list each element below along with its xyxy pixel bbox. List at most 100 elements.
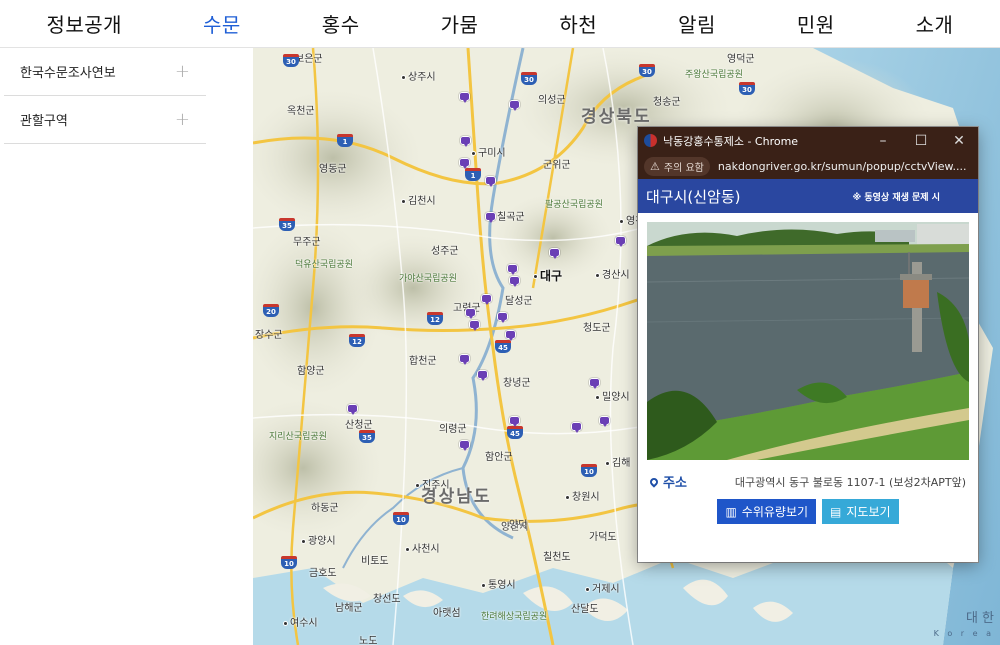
cctv-station-marker[interactable] [505,330,516,341]
cctv-station-marker[interactable] [599,416,610,427]
highway-shield: 20 [263,304,279,317]
park-label: 덕유산국립공원 [295,260,353,270]
highway-shield: 1 [337,134,353,147]
address-text: 대구광역시 동구 불로동 1107-1 (보성2차APT앞) [734,475,966,489]
place-label: 진주시 [415,476,450,491]
cctv-station-marker[interactable] [507,264,518,275]
highway-shield: 35 [359,430,375,443]
nav-item-flood[interactable]: 홍수 [322,9,360,38]
sidebar-item-jurisdiction[interactable]: 관할구역 + [4,96,206,144]
cctv-station-marker[interactable] [469,320,480,331]
park-label: 주왕산국립공원 [685,70,743,80]
chart-icon: ▥ [725,504,737,519]
cctv-station-marker[interactable] [615,236,626,247]
map-country-label: 대 한 K o r e a [933,611,994,639]
cctv-station-marker[interactable] [549,248,560,259]
highway-shield: 12 [349,334,365,347]
maximize-button[interactable]: ☐ [902,133,940,149]
close-button[interactable]: ✕ [940,133,978,149]
address-row: 주소 대구광역시 동구 불로동 1107-1 (보성2차APT앞) [648,472,966,491]
cctv-station-marker[interactable] [459,440,470,451]
place-label: 창원시 [565,488,600,503]
cctv-station-marker[interactable] [509,100,520,111]
place-label: 무주군 [293,237,321,248]
cctv-station-marker[interactable] [485,212,496,223]
cctv-station-marker[interactable] [477,370,488,381]
cctv-station-marker[interactable] [589,378,600,389]
place-label: 김해 [605,454,630,469]
highway-shield: 1 [465,168,481,181]
cctv-popup-window[interactable]: 낙동강홍수통제소 - Chrome – ☐ ✕ ⚠ 주의 요함 nakdongr… [638,127,978,562]
place-label: 창녕군 [503,378,531,389]
plus-icon[interactable]: + [175,109,190,130]
address-bar[interactable]: ⚠ 주의 요함 nakdongriver.go.kr/sumun/popup/c… [638,154,978,179]
cctv-station-marker[interactable] [460,136,471,147]
place-label: 비토도 [361,556,389,567]
place-label: 보은군 [295,54,323,65]
window-title: 낙동강홍수통제소 - Chrome [663,134,799,148]
cctv-station-marker[interactable] [485,176,496,187]
playback-notice[interactable]: ※ 동영상 재생 문제 시 [852,190,940,203]
nav-item-about[interactable]: 소개 [916,9,954,38]
place-label: 거제시 [585,580,620,595]
nav-item-hydrology[interactable]: 수문 [203,9,241,38]
view-map-button[interactable]: ▤ 지도보기 [822,499,899,524]
place-label: 양덕 [509,520,528,531]
minimize-button[interactable]: – [864,133,902,149]
cctv-frame-image [647,222,969,460]
place-label: 군위군 [543,160,571,171]
cctv-station-marker[interactable] [459,158,470,169]
place-label: 청도군 [583,323,611,334]
place-label: 함안군 [485,452,513,463]
place-label: 사천시 [405,540,440,555]
sidebar-item-yearbook[interactable]: 한국수문조사연보 + [4,48,206,96]
security-warning-chip[interactable]: ⚠ 주의 요함 [644,157,710,176]
place-label: 성주군 [431,246,459,257]
place-label: 옥천군 [287,106,315,117]
nav-item-info[interactable]: 정보공개 [46,9,122,38]
place-label: 의령군 [439,424,467,435]
station-name: 대구시(신암동) [646,187,741,206]
cctv-station-marker[interactable] [459,354,470,365]
place-label: 밀양시 [595,388,630,403]
place-label: 의성군 [538,95,566,106]
cctv-station-marker[interactable] [465,308,476,319]
url-text[interactable]: nakdongriver.go.kr/sumun/popup/cctvView.… [718,160,967,173]
region-label: 경상북도 [581,107,652,127]
park-label: 가야산국립공원 [399,274,457,284]
place-label: 대구 [533,267,562,284]
cctv-station-marker[interactable] [571,422,582,433]
water-level-button[interactable]: ▥ 수위유량보기 [717,499,817,524]
cctv-station-marker[interactable] [497,312,508,323]
plus-icon[interactable]: + [175,61,190,82]
cctv-station-marker[interactable] [459,92,470,103]
cctv-video[interactable] [647,222,969,460]
place-label: 하동군 [311,503,339,514]
place-label: 상주시 [401,68,436,83]
nav-item-river[interactable]: 하천 [559,9,597,38]
nav-item-notice[interactable]: 알림 [678,9,716,38]
sidebar-item-label: 관할구역 [20,114,68,129]
place-label: 청송군 [653,97,681,108]
nav-item-civil[interactable]: 민원 [797,9,835,38]
place-label: 달성군 [505,296,533,307]
highway-shield: 35 [279,218,295,231]
cctv-station-marker[interactable] [347,404,358,415]
cctv-station-marker[interactable] [509,416,520,427]
place-label: 가덕도 [589,532,617,543]
highway-shield: 30 [283,54,299,67]
cctv-station-marker[interactable] [509,276,520,287]
place-label: 영동군 [319,164,347,175]
place-label: 아랫섬 [433,608,461,619]
place-label: 김천시 [401,192,436,207]
place-label: 산청군 [345,420,373,431]
cctv-station-marker[interactable] [481,294,492,305]
park-label: 팔공산국립공원 [545,200,603,210]
place-label: 노도 [359,636,378,645]
place-label: 산달도 [571,604,599,615]
place-label: 경산시 [595,266,630,281]
nav-item-drought[interactable]: 가뭄 [441,9,479,38]
window-titlebar[interactable]: 낙동강홍수통제소 - Chrome – ☐ ✕ [638,127,978,154]
highway-shield: 12 [427,312,443,325]
highway-shield: 10 [581,464,597,477]
